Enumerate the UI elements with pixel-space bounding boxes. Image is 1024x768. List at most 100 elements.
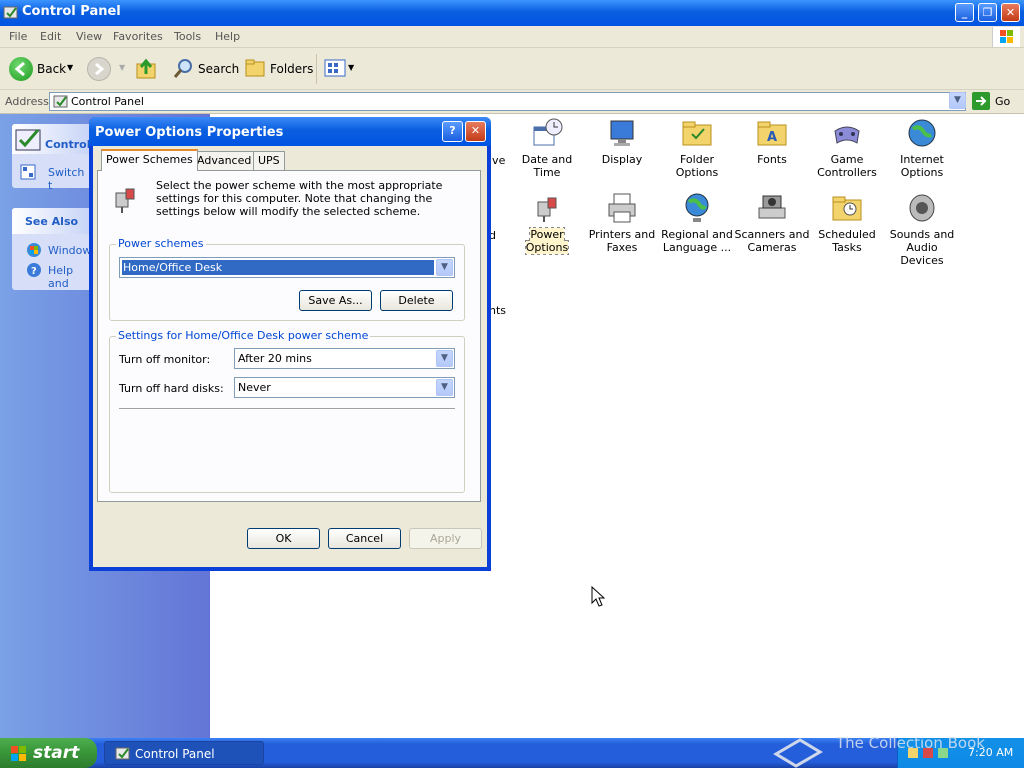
views-icon[interactable] [324, 59, 346, 77]
disks-label: Turn off hard disks: [119, 382, 224, 395]
minimize-button[interactable]: _ [955, 3, 974, 22]
icon-regional-and-language[interactable]: Regional and Language ... [659, 192, 735, 254]
see-also-link-help[interactable]: Help and [48, 264, 92, 290]
dialog-close-button[interactable]: ✕ [465, 121, 486, 142]
chevron-down-icon: ▼ [436, 259, 453, 276]
icon-label: Scanners and Cameras [734, 228, 810, 254]
icon-date-and-time[interactable]: Date and Time [509, 117, 585, 179]
ok-button[interactable]: OK [247, 528, 320, 549]
chevron-down-icon: ▼ [436, 350, 453, 367]
svg-text:A: A [767, 130, 777, 145]
search-icon[interactable] [172, 57, 194, 79]
power-schemes-pane: Select the power scheme with the most ap… [97, 170, 481, 502]
fonts-folder-icon: A [757, 121, 787, 146]
close-button[interactable]: ✕ [1001, 3, 1020, 22]
dialog-body: Power Schemes Advanced UPS Select the po… [93, 146, 487, 567]
icon-folder-options[interactable]: Folder Options [659, 117, 735, 179]
back-arrow-icon[interactable] [9, 57, 33, 81]
icon-power-options[interactable]: Power Options [509, 192, 585, 255]
icon-scheduled-tasks[interactable]: Scheduled Tasks [809, 192, 885, 254]
icon-internet-options[interactable]: Internet Options [884, 117, 960, 179]
up-folder-icon[interactable] [135, 56, 159, 82]
monitor-timeout-select[interactable]: After 20 mins ▼ [234, 348, 455, 369]
forward-dropdown-icon[interactable]: ▼ [119, 63, 125, 72]
cancel-button[interactable]: Cancel [328, 528, 401, 549]
tab-advanced[interactable]: Advanced [192, 151, 257, 170]
menu-help[interactable]: Help [215, 30, 240, 43]
views-dropdown-icon[interactable]: ▼ [348, 63, 354, 72]
icon-scanners-and-cameras[interactable]: Scanners and Cameras [734, 192, 810, 254]
icon-label: Fonts [757, 153, 787, 166]
disks-timeout-select[interactable]: Never ▼ [234, 377, 455, 398]
dialog-help-button[interactable]: ? [442, 121, 463, 142]
gamepad-icon [834, 126, 860, 144]
menu-edit[interactable]: Edit [40, 30, 61, 43]
power-schemes-label: Power schemes [116, 237, 206, 250]
back-dropdown-icon[interactable]: ▼ [67, 63, 73, 72]
menu-file[interactable]: File [9, 30, 27, 43]
icon-label: Scheduled Tasks [818, 228, 876, 254]
start-label: start [33, 743, 80, 763]
svg-text:?: ? [31, 266, 37, 277]
icon-game-controllers[interactable]: Game Controllers [809, 117, 885, 179]
icon-label: Display [601, 153, 643, 166]
icon-label: Printers and Faxes [588, 228, 656, 254]
chevron-down-icon: ▼ [949, 92, 966, 109]
folders-icon[interactable] [244, 58, 266, 78]
partial-icon-label: ive [489, 154, 506, 167]
taskbar-button-control-panel[interactable]: Control Panel [104, 741, 264, 765]
windows-flag-icon [11, 746, 26, 761]
address-value: Control Panel [71, 95, 144, 108]
mouse-pointer-icon [591, 586, 605, 607]
power-scheme-select[interactable]: Home/Office Desk ▼ [119, 257, 455, 278]
switch-view-icon [20, 164, 36, 180]
see-also-task-box: See Also Windows ? Help and [12, 208, 97, 290]
scheme-settings-label: Settings for Home/Office Desk power sche… [116, 329, 371, 342]
control-panel-icon [3, 6, 18, 19]
control-panel-icon [15, 129, 41, 151]
scanner-camera-icon [758, 195, 786, 219]
disks-timeout-value: Never [238, 381, 271, 394]
control-panel-icon [115, 747, 130, 760]
icon-sounds-and-audio-devices[interactable]: Sounds and Audio Devices [884, 192, 960, 267]
address-dropdown[interactable]: ▼ [948, 92, 966, 111]
go-button-label[interactable]: Go [995, 95, 1010, 108]
apply-button[interactable]: Apply [409, 528, 482, 549]
menu-tools[interactable]: Tools [174, 30, 201, 43]
icon-label: Sounds and Audio Devices [889, 228, 955, 267]
back-button-label[interactable]: Back [37, 62, 66, 76]
folders-button-label[interactable]: Folders [270, 62, 313, 76]
display-icon [610, 120, 634, 146]
start-button[interactable]: start [0, 738, 97, 768]
window-titlebar: Control Panel _ ❐ ✕ [0, 0, 1024, 26]
settings-divider [119, 408, 455, 410]
menu-view[interactable]: View [76, 30, 102, 43]
watermark-text: The Collection Book [836, 734, 985, 752]
search-button-label[interactable]: Search [198, 62, 239, 76]
address-field[interactable]: Control Panel [49, 92, 966, 111]
control-panel-icon [53, 95, 68, 108]
tab-power-schemes[interactable]: Power Schemes [101, 149, 198, 171]
switch-view-link[interactable]: Switch t [48, 166, 92, 192]
monitor-label: Turn off monitor: [119, 353, 211, 366]
restore-button[interactable]: ❐ [978, 3, 997, 22]
chevron-down-icon: ▼ [436, 379, 453, 396]
icon-fonts[interactable]: A Fonts [734, 117, 810, 166]
delete-button[interactable]: Delete [380, 290, 453, 311]
taskbar-button-label: Control Panel [135, 747, 215, 761]
icon-display[interactable]: Display [584, 117, 660, 166]
power-plug-icon [115, 188, 135, 213]
folder-options-icon [682, 121, 712, 146]
control-panel-heading: Control [45, 138, 91, 151]
forward-arrow-icon[interactable] [87, 57, 111, 81]
menu-favorites[interactable]: Favorites [113, 30, 163, 43]
icon-label: Game Controllers [817, 153, 877, 179]
icon-label: Power Options [524, 227, 570, 255]
dialog-title: Power Options Properties [95, 125, 284, 140]
save-as-button[interactable]: Save As... [299, 290, 372, 311]
icon-printers-and-faxes[interactable]: Printers and Faxes [584, 192, 660, 254]
go-arrow-icon[interactable] [972, 92, 990, 110]
tab-ups[interactable]: UPS [253, 151, 285, 170]
speaker-icon [909, 194, 935, 222]
monitor-timeout-value: After 20 mins [238, 352, 312, 365]
